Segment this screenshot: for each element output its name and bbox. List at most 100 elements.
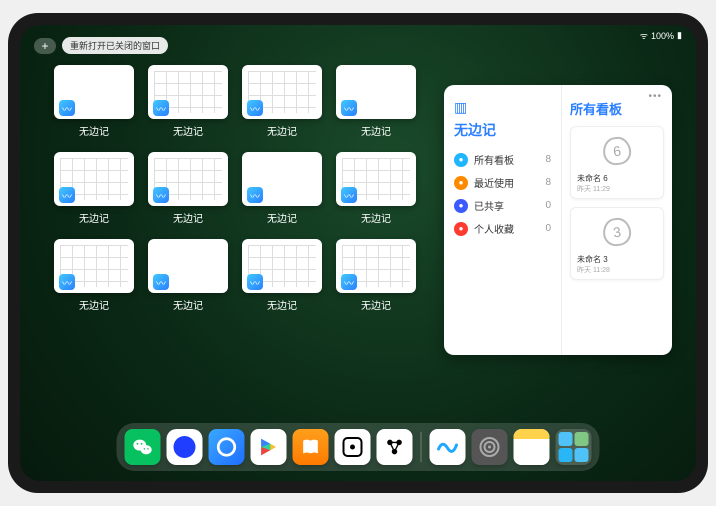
dock-app-folder[interactable]	[556, 429, 592, 465]
battery-label: 100%	[651, 31, 674, 41]
thumbnail-preview: 〰	[242, 152, 322, 206]
thumbnail-label: 无边记	[361, 210, 391, 225]
thumbnail-preview: 〰	[148, 152, 228, 206]
thumbnail-preview: 〰	[54, 239, 134, 293]
board-card[interactable]: 3 未命名 3 昨天 11:28	[570, 207, 664, 280]
freeform-app-icon: 〰	[341, 187, 357, 203]
category-label: 最近使用	[474, 175, 514, 190]
freeform-app-icon: 〰	[341, 274, 357, 290]
dock-app-wechat[interactable]	[125, 429, 161, 465]
window-thumbnail[interactable]: 〰 无边记	[242, 65, 322, 138]
sidebar-item[interactable]: ● 所有看板 8	[454, 148, 551, 171]
window-thumbnail[interactable]: 〰 无边记	[54, 152, 134, 225]
thumbnail-preview: 〰	[242, 239, 322, 293]
freeform-app-icon: 〰	[247, 100, 263, 116]
freeform-app-icon: 〰	[247, 187, 263, 203]
dock-app-notes[interactable]	[514, 429, 550, 465]
category-label: 已共享	[474, 198, 504, 213]
wifi-icon: ᯤ	[640, 29, 648, 42]
board-glyph: 3	[601, 216, 633, 248]
thumbnail-label: 无边记	[79, 123, 109, 138]
sidebar-item[interactable]: ● 最近使用 8	[454, 171, 551, 194]
thumbnail-label: 无边记	[361, 123, 391, 138]
thumbnail-label: 无边记	[267, 123, 297, 138]
thumbnail-label: 无边记	[173, 210, 203, 225]
freeform-app-icon: 〰	[153, 100, 169, 116]
thumbnail-preview: 〰	[54, 65, 134, 119]
reopen-closed-window-button[interactable]: 重新打开已关闭的窗口	[62, 37, 168, 54]
board-preview: 6	[577, 133, 657, 169]
window-thumbnail[interactable]: 〰 无边记	[54, 65, 134, 138]
category-label: 所有看板	[474, 152, 514, 167]
board-subtitle: 昨天 11:28	[577, 265, 657, 275]
thumbnail-label: 无边记	[267, 297, 297, 312]
windows-grid: 〰 无边记 〰 无边记 〰 无边记 〰 无边记 〰 无边记 〰 无边记 〰 无边…	[54, 65, 424, 312]
dock-app-freeform[interactable]	[430, 429, 466, 465]
dock-app-connect[interactable]	[377, 429, 413, 465]
freeform-app-icon: 〰	[247, 274, 263, 290]
dock-separator	[421, 432, 422, 462]
window-thumbnail[interactable]: 〰 无边记	[336, 152, 416, 225]
dock-app-settings[interactable]	[472, 429, 508, 465]
thumbnail-label: 无边记	[173, 297, 203, 312]
status-bar: ᯤ 100% ▮	[640, 29, 682, 42]
board-name: 未命名 6	[577, 173, 657, 184]
freeform-app-icon: 〰	[153, 274, 169, 290]
battery-icon: ▮	[677, 30, 682, 41]
window-thumbnail[interactable]: 〰 无边记	[148, 65, 228, 138]
freeform-app-icon: 〰	[59, 100, 75, 116]
panel-content: 所有看板 6 未命名 6 昨天 11:29 3 未命名 3 昨天 11:28	[562, 85, 672, 355]
ellipsis-icon[interactable]: •••	[648, 91, 662, 102]
thumbnail-label: 无边记	[173, 123, 203, 138]
freeform-app-icon: 〰	[59, 274, 75, 290]
sidebar-item[interactable]: ● 已共享 0	[454, 194, 551, 217]
thumbnail-label: 无边记	[79, 210, 109, 225]
thumbnail-preview: 〰	[242, 65, 322, 119]
board-card[interactable]: 6 未命名 6 昨天 11:29	[570, 126, 664, 199]
stage-manager-controls: + 重新打开已关闭的窗口	[34, 37, 168, 54]
category-count: 0	[545, 223, 551, 234]
category-count: 8	[545, 154, 551, 165]
category-label: 个人收藏	[474, 221, 514, 236]
freeform-app-icon: 〰	[59, 187, 75, 203]
thumbnail-label: 无边记	[361, 297, 391, 312]
thumbnail-preview: 〰	[336, 152, 416, 206]
category-icon: ●	[454, 222, 468, 236]
thumbnail-preview: 〰	[336, 65, 416, 119]
panel-sidebar: ▥ 无边记 ● 所有看板 8 ● 最近使用 8 ● 已共享 0 ● 个人收藏 0	[444, 85, 562, 355]
panel-title-left: 无边记	[454, 120, 551, 140]
window-thumbnail[interactable]: 〰 无边记	[336, 65, 416, 138]
category-count: 8	[545, 177, 551, 188]
board-name: 未命名 3	[577, 254, 657, 265]
thumbnail-preview: 〰	[336, 239, 416, 293]
dock-app-play[interactable]	[251, 429, 287, 465]
thumbnail-label: 无边记	[267, 210, 297, 225]
thumbnail-preview: 〰	[148, 65, 228, 119]
dock-app-dice[interactable]	[335, 429, 371, 465]
window-thumbnail[interactable]: 〰 无边记	[148, 152, 228, 225]
thumbnail-preview: 〰	[148, 239, 228, 293]
category-icon: ●	[454, 199, 468, 213]
window-thumbnail[interactable]: 〰 无边记	[242, 239, 322, 312]
sidebar-toggle-icon[interactable]: ▥	[454, 99, 467, 116]
dock-app-quark[interactable]	[167, 429, 203, 465]
window-thumbnail[interactable]: 〰 无边记	[336, 239, 416, 312]
sidebar-item[interactable]: ● 个人收藏 0	[454, 217, 551, 240]
thumbnail-label: 无边记	[79, 297, 109, 312]
freeform-app-icon: 〰	[153, 187, 169, 203]
freeform-app-icon: 〰	[341, 100, 357, 116]
category-icon: ●	[454, 153, 468, 167]
dock	[117, 423, 600, 471]
dock-app-qqbrowser[interactable]	[209, 429, 245, 465]
board-glyph: 6	[601, 135, 633, 167]
add-window-button[interactable]: +	[34, 38, 56, 54]
board-preview: 3	[577, 214, 657, 250]
thumbnail-preview: 〰	[54, 152, 134, 206]
dock-app-books[interactable]	[293, 429, 329, 465]
window-thumbnail[interactable]: 〰 无边记	[54, 239, 134, 312]
window-thumbnail[interactable]: 〰 无边记	[242, 152, 322, 225]
ipad-screen: ᯤ 100% ▮ + 重新打开已关闭的窗口 〰 无边记 〰 无边记 〰 无边记 …	[20, 25, 696, 481]
freeform-panel[interactable]: ••• ▥ 无边记 ● 所有看板 8 ● 最近使用 8 ● 已共享 0 ● 个人…	[444, 85, 672, 355]
ipad-frame: ᯤ 100% ▮ + 重新打开已关闭的窗口 〰 无边记 〰 无边记 〰 无边记 …	[8, 13, 708, 493]
window-thumbnail[interactable]: 〰 无边记	[148, 239, 228, 312]
